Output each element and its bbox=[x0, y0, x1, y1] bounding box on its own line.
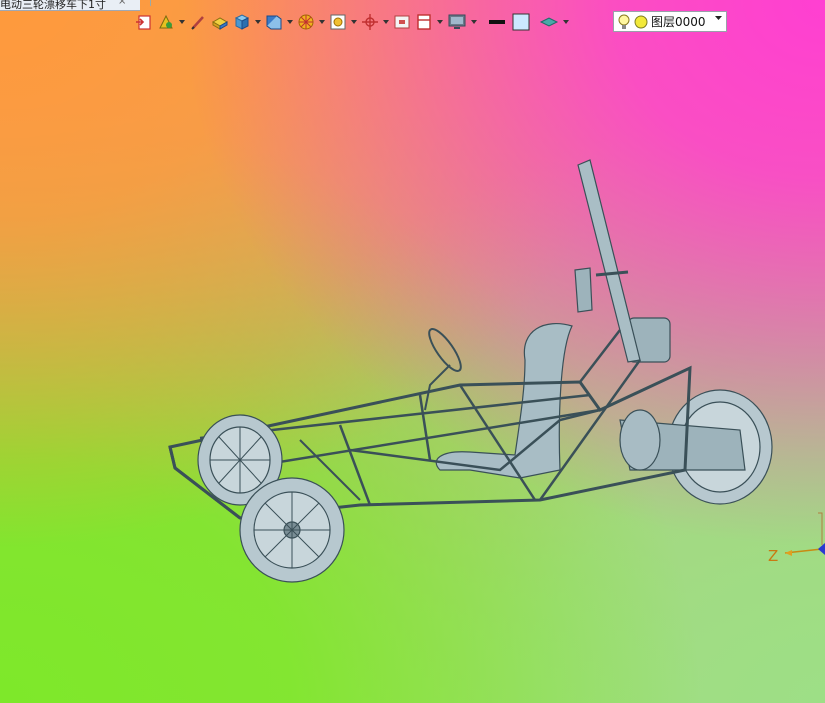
3d-viewport[interactable]: 电动三轮漂移车下1寸 × 图层0000 Z bbox=[0, 0, 825, 703]
z-axis-label: Z bbox=[768, 547, 779, 565]
trike-model[interactable] bbox=[0, 0, 825, 703]
